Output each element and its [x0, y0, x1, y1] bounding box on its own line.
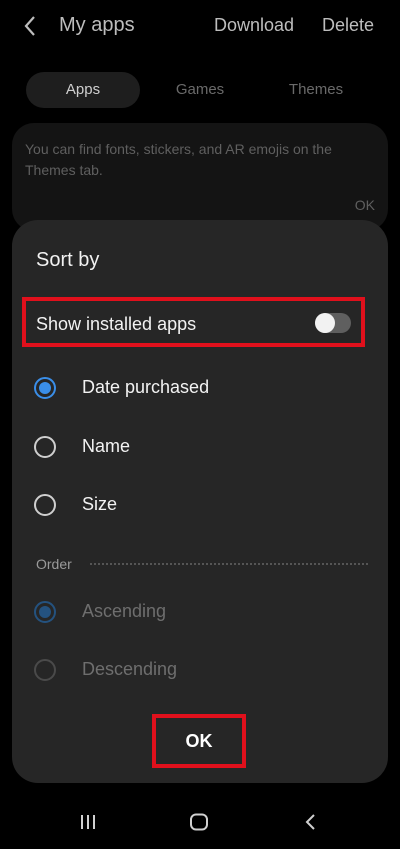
sheet-title: Sort by	[36, 249, 100, 271]
radio-selected-icon	[34, 601, 56, 623]
download-button[interactable]: Download	[214, 15, 294, 36]
order-section-label: Order	[36, 556, 72, 572]
order-option-label: Ascending	[82, 601, 167, 621]
info-message: You can find fonts, stickers, and AR emo…	[25, 141, 332, 178]
tab-games[interactable]: Games	[146, 72, 254, 108]
sort-option-label: Date purchased	[82, 377, 210, 397]
sort-option-label: Name	[82, 436, 131, 456]
radio-unselected-icon	[34, 436, 56, 458]
show-installed-row[interactable]: Show installed apps	[22, 297, 365, 347]
back-icon	[305, 814, 315, 830]
radio-unselected-icon	[34, 494, 56, 516]
home-icon	[190, 813, 208, 831]
recent-apps-icon	[81, 815, 95, 829]
show-installed-switch[interactable]	[315, 313, 351, 333]
tab-bar: Apps Games Themes	[26, 72, 372, 108]
sort-option-date-purchased[interactable]: Date purchased	[34, 372, 354, 404]
sort-option-label: Size	[82, 494, 118, 514]
info-card: You can find fonts, stickers, and AR emo…	[12, 123, 388, 231]
order-option-ascending: Ascending	[34, 596, 354, 628]
tab-themes[interactable]: Themes	[260, 72, 372, 108]
page-title: My apps	[59, 14, 135, 36]
recent-apps-button[interactable]	[70, 804, 106, 840]
system-nav-bar	[0, 790, 400, 849]
chevron-left-icon	[24, 16, 35, 36]
back-button[interactable]	[16, 12, 44, 40]
sort-option-size[interactable]: Size	[34, 489, 354, 521]
order-option-descending: Descending	[34, 654, 354, 686]
show-installed-label: Show installed apps	[36, 314, 197, 334]
app-header: My apps Download Delete	[0, 0, 400, 52]
info-ok-button[interactable]: OK	[355, 197, 375, 213]
nav-back-button[interactable]	[293, 804, 329, 840]
sort-sheet: Sort by Show installed apps Date purchas…	[12, 220, 388, 783]
tab-apps[interactable]: Apps	[26, 72, 140, 108]
radio-unselected-icon	[34, 659, 56, 681]
sort-ok-button[interactable]: OK	[152, 714, 246, 768]
radio-selected-icon	[34, 377, 56, 399]
home-button[interactable]	[181, 804, 217, 840]
order-option-label: Descending	[82, 659, 178, 679]
order-divider	[90, 563, 368, 565]
sort-option-name[interactable]: Name	[34, 431, 354, 463]
switch-knob	[315, 313, 335, 333]
delete-button[interactable]: Delete	[322, 15, 374, 36]
